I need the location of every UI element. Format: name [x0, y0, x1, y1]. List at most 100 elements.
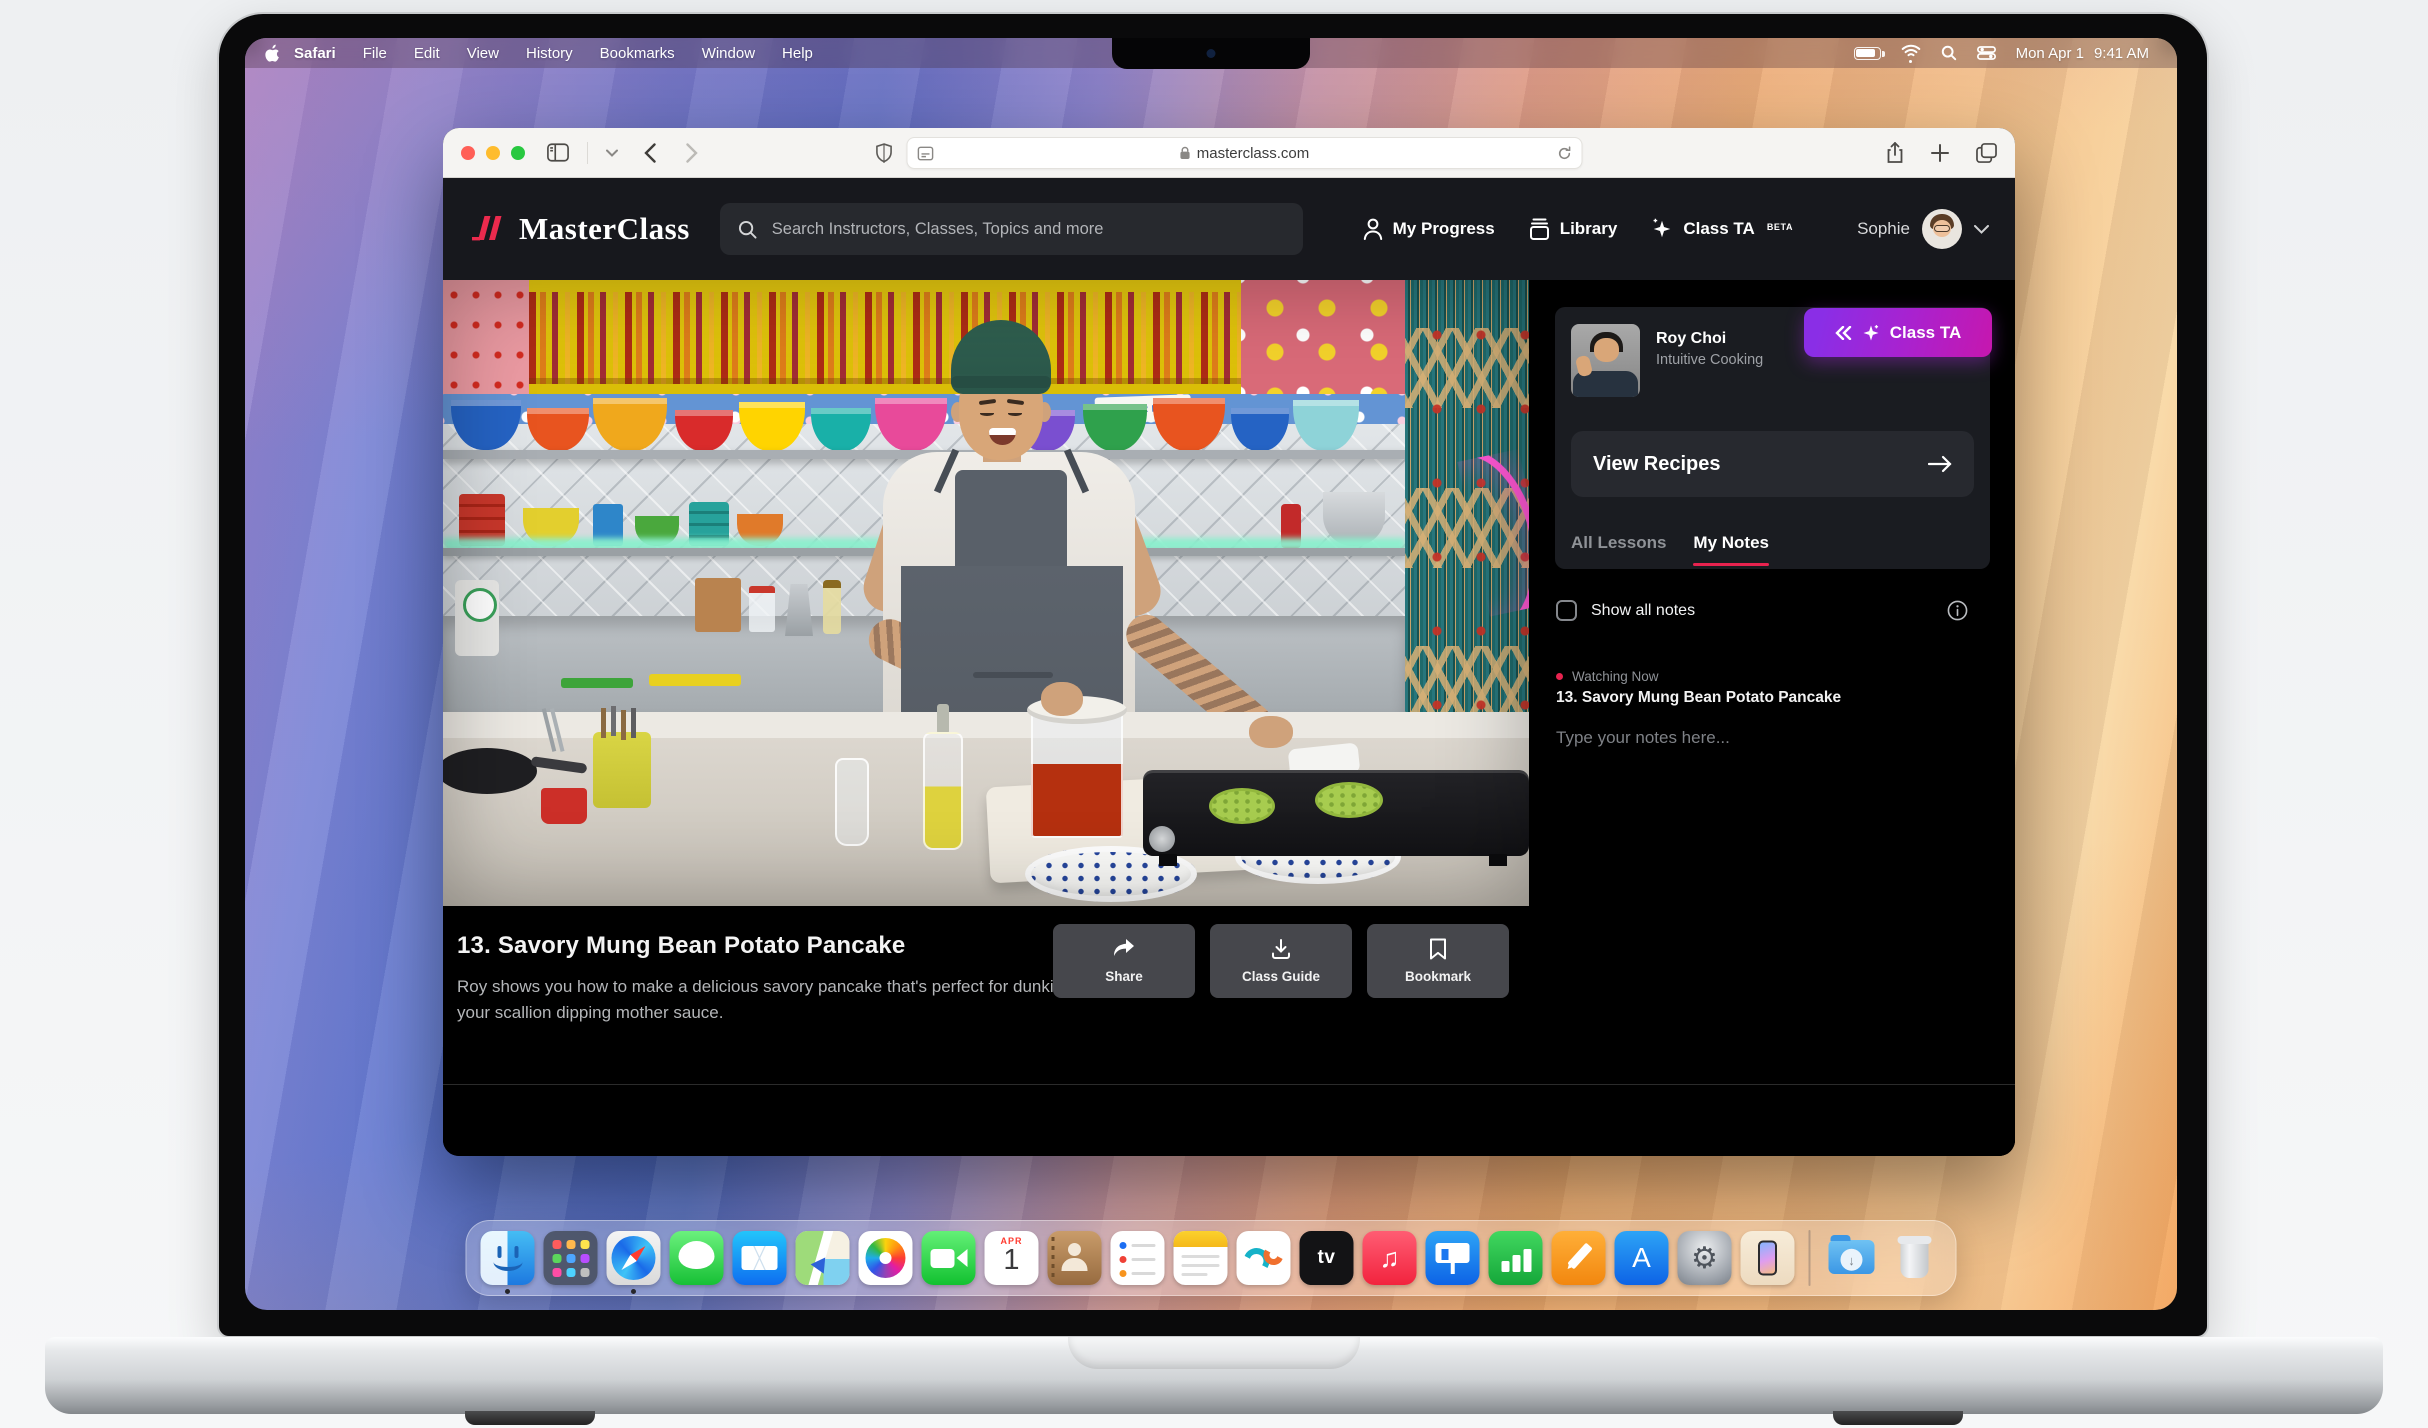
- address-bar[interactable]: masterclass.com: [907, 137, 1583, 169]
- dock-numbers[interactable]: [1489, 1231, 1543, 1285]
- menu-help[interactable]: Help: [782, 45, 813, 62]
- site-header: MasterClass My Progress Library Class TABE…: [443, 178, 2015, 280]
- dock-trash[interactable]: [1888, 1231, 1942, 1285]
- lesson-actions: ShareClass GuideBookmark: [1053, 924, 1509, 998]
- macbook-base: [45, 1337, 2383, 1414]
- share-icon[interactable]: [1886, 142, 1904, 164]
- display-notch: [1112, 38, 1310, 69]
- bookmark-icon: [1429, 938, 1447, 960]
- info-icon[interactable]: [1947, 600, 1968, 621]
- search-input[interactable]: [770, 219, 1285, 240]
- chevron-down-icon[interactable]: [1974, 225, 1989, 234]
- dock-facetime[interactable]: [922, 1231, 976, 1285]
- safari-icon: [607, 1231, 661, 1285]
- dock-freeform[interactable]: [1237, 1231, 1291, 1285]
- sidebar-chevron-icon[interactable]: [606, 149, 618, 157]
- dock-tv[interactable]: tv: [1300, 1231, 1354, 1285]
- menu-window[interactable]: Window: [702, 45, 755, 62]
- settings-icon: ⚙: [1678, 1231, 1732, 1285]
- avatar[interactable]: [1922, 209, 1962, 249]
- dock-music[interactable]: ♫: [1363, 1231, 1417, 1285]
- dock-safari[interactable]: [607, 1231, 661, 1285]
- dock-reminders[interactable]: [1111, 1231, 1165, 1285]
- dock-finder[interactable]: [481, 1231, 535, 1285]
- masterclass-mark-icon: [469, 212, 505, 246]
- contacts-icon: [1048, 1231, 1102, 1285]
- safari-window: masterclass.com: [443, 128, 2015, 1156]
- panel-tabs: All Lessons My Notes: [1571, 533, 1769, 553]
- menu-history[interactable]: History: [526, 45, 573, 62]
- mail-icon: [733, 1231, 787, 1285]
- nav-class-ta[interactable]: Class TABETA: [1651, 218, 1793, 240]
- bookmark-button[interactable]: Bookmark: [1367, 924, 1509, 998]
- launchpad-icon: [544, 1231, 598, 1285]
- sparkle-icon: [1651, 218, 1673, 240]
- dock-downloads[interactable]: ↓: [1825, 1231, 1879, 1285]
- close-window-button[interactable]: [461, 146, 475, 160]
- battery-icon[interactable]: [1854, 47, 1881, 60]
- menu-file[interactable]: File: [363, 45, 387, 62]
- dock-pages[interactable]: [1552, 1231, 1606, 1285]
- lesson-page: PAPER HAT: [443, 280, 2015, 1156]
- masterclass-logo[interactable]: MasterClass: [469, 211, 690, 247]
- dock-system-settings[interactable]: ⚙: [1678, 1231, 1732, 1285]
- site-search[interactable]: [720, 203, 1303, 255]
- dock-maps[interactable]: [796, 1231, 850, 1285]
- sparkle-icon: [1861, 323, 1881, 343]
- watching-now-label: Watching Now: [1572, 669, 1659, 684]
- dock-photos[interactable]: [859, 1231, 913, 1285]
- share-button[interactable]: Share: [1053, 924, 1195, 998]
- spotlight-search-icon[interactable]: [1941, 45, 1957, 61]
- menu-safari[interactable]: Safari: [294, 45, 336, 62]
- video-player[interactable]: PAPER HAT: [443, 280, 1529, 906]
- nav-my-progress[interactable]: My Progress: [1363, 218, 1495, 240]
- arrow-right-icon: [1928, 455, 1952, 473]
- running-indicator: [631, 1289, 636, 1294]
- back-button[interactable]: [644, 143, 656, 163]
- user-menu[interactable]: Sophie: [1857, 209, 1989, 249]
- tab-all-lessons[interactable]: All Lessons: [1571, 533, 1666, 553]
- dock-contacts[interactable]: [1048, 1231, 1102, 1285]
- class-ta-button[interactable]: Class TA: [1804, 308, 1992, 357]
- menu-edit[interactable]: Edit: [414, 45, 440, 62]
- tab-overview-icon[interactable]: [1976, 143, 1997, 163]
- lesson-description: Roy shows you how to make a delicious sa…: [457, 974, 1117, 1027]
- sidebar-toggle-icon[interactable]: [547, 143, 569, 162]
- nav-library[interactable]: Library: [1529, 218, 1618, 240]
- instructor-photo: [1571, 324, 1640, 397]
- menu-bar-time: 9:41 AM: [2094, 45, 2149, 62]
- forward-button[interactable]: [686, 143, 698, 163]
- dock-calendar[interactable]: APR1: [985, 1231, 1039, 1285]
- notes-input[interactable]: Type your notes here...: [1556, 728, 1730, 748]
- watching-now-row: Watching Now: [1556, 669, 1659, 684]
- control-center-icon[interactable]: [1977, 46, 1996, 60]
- instructor-name: Roy Choi: [1656, 330, 1726, 348]
- minimize-window-button[interactable]: [486, 146, 500, 160]
- menu-bookmarks[interactable]: Bookmarks: [600, 45, 675, 62]
- show-all-notes-checkbox[interactable]: [1556, 600, 1577, 621]
- class-ta-panel: Roy Choi Intuitive Cooking View Recipes …: [1529, 280, 2015, 1156]
- dock-keynote[interactable]: [1426, 1231, 1480, 1285]
- dock-mail[interactable]: [733, 1231, 787, 1285]
- view-recipes-button[interactable]: View Recipes: [1571, 431, 1974, 497]
- dock-launchpad[interactable]: [544, 1231, 598, 1285]
- apple-menu-icon[interactable]: [265, 44, 280, 62]
- dock-notes[interactable]: [1174, 1231, 1228, 1285]
- dock-app-store[interactable]: A: [1615, 1231, 1669, 1285]
- tab-my-notes[interactable]: My Notes: [1693, 533, 1769, 553]
- dock-iphone-mirroring[interactable]: [1741, 1231, 1795, 1285]
- user-name: Sophie: [1857, 219, 1910, 239]
- collapse-chevrons-icon: [1835, 326, 1852, 340]
- class-guide-button[interactable]: Class Guide: [1210, 924, 1352, 998]
- wifi-icon[interactable]: [1901, 44, 1921, 63]
- menu-view[interactable]: View: [467, 45, 499, 62]
- zoom-window-button[interactable]: [511, 146, 525, 160]
- menu-bar-clock[interactable]: Mon Apr 1 9:41 AM: [2016, 45, 2149, 62]
- download-icon: [1270, 938, 1292, 960]
- calendar-icon: APR1: [985, 1231, 1039, 1285]
- privacy-shield-icon[interactable]: [876, 143, 893, 164]
- tv-icon: tv: [1300, 1231, 1354, 1285]
- new-tab-icon[interactable]: [1931, 144, 1949, 162]
- dock-messages[interactable]: [670, 1231, 724, 1285]
- desktop-screenshot: Safari File Edit View History Bookmarks Window…: [0, 0, 2428, 1428]
